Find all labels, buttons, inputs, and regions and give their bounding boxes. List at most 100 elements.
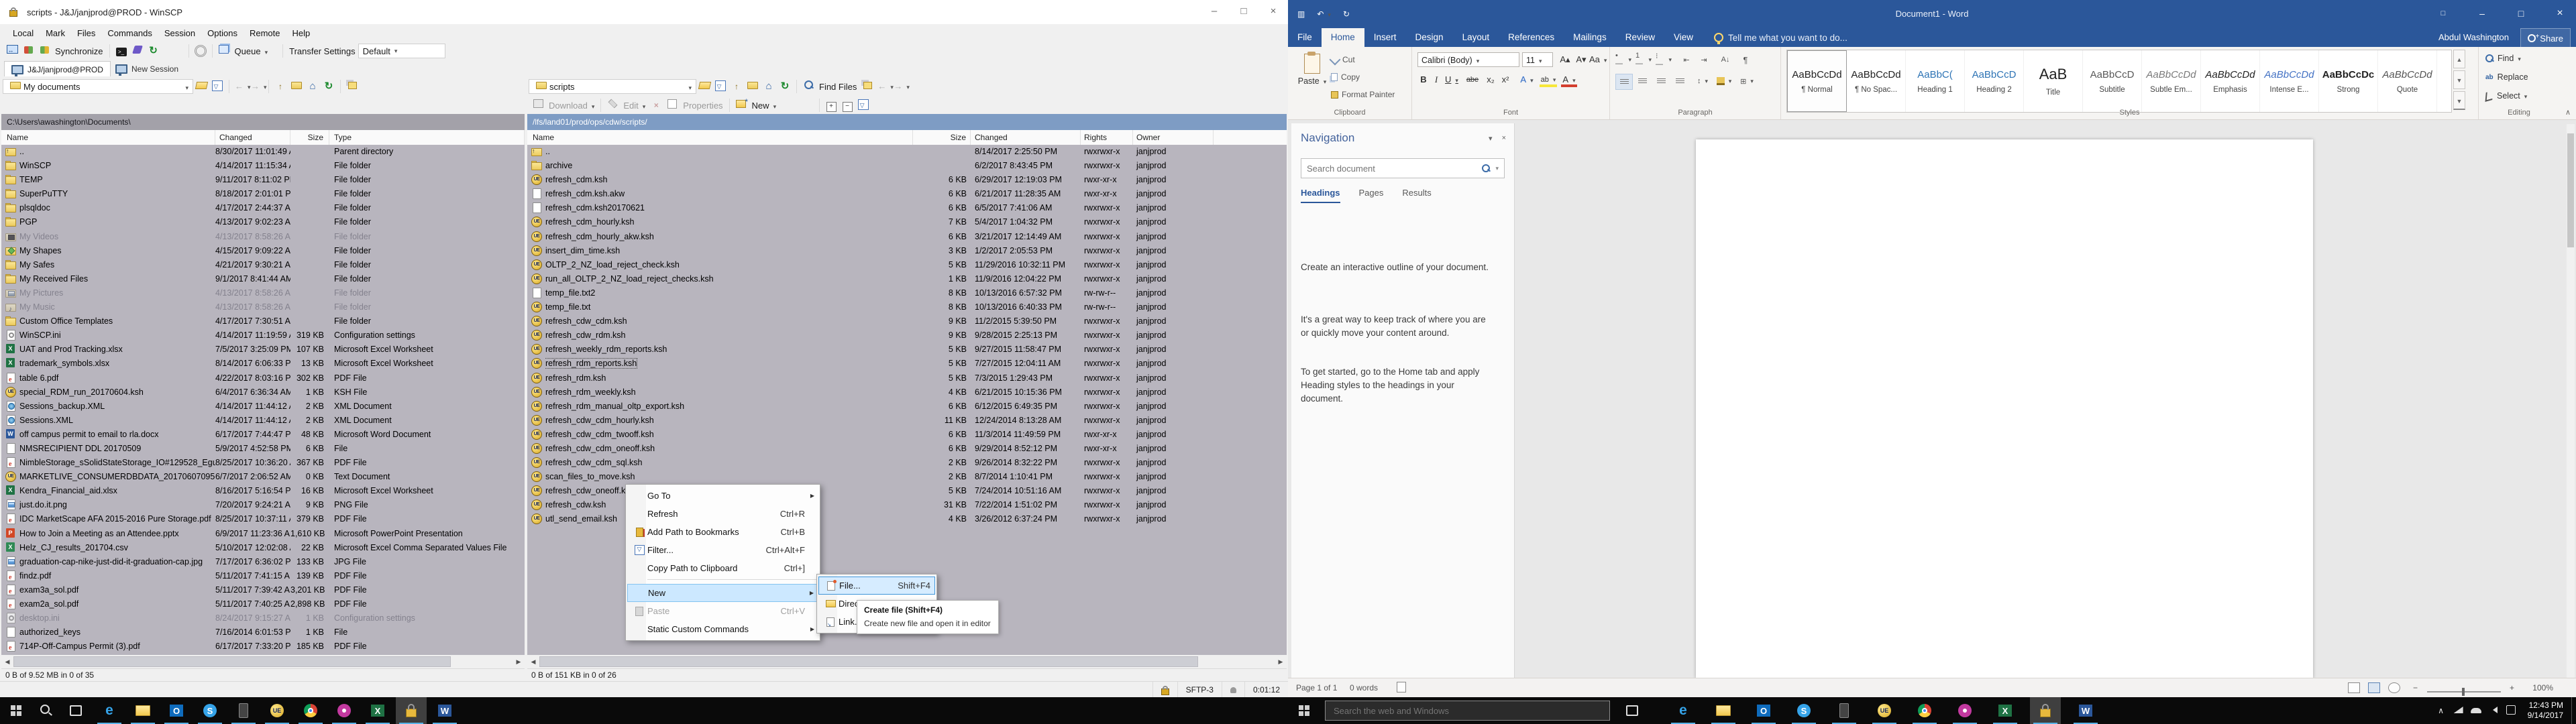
parent-directory-icon[interactable] <box>274 80 286 93</box>
column-header-type[interactable]: Type <box>329 130 525 145</box>
nav-options-dropdown-icon[interactable]: ▾ <box>1489 134 1493 143</box>
filter-icon[interactable] <box>714 80 727 93</box>
refresh-icon[interactable]: ↻ <box>323 80 335 93</box>
context-menu-item[interactable]: Go To ▶ <box>627 487 818 505</box>
taskbar-app[interactable] <box>2030 697 2061 724</box>
home-directory-icon[interactable]: ⌂ <box>763 80 775 93</box>
taskbar-app[interactable]: S <box>1788 697 1819 724</box>
winscp-titlebar[interactable]: scripts - J&J/janjprod@PROD - WinSCP – □… <box>0 0 1288 24</box>
shrink-font-button[interactable]: A▾ <box>1573 52 1589 67</box>
text-effects-button[interactable]: A <box>1518 72 1536 87</box>
decrease-indent-button[interactable]: ⇤ <box>1678 52 1695 67</box>
column-header-changed[interactable]: Changed <box>215 130 290 145</box>
show-desktop-button[interactable] <box>2571 697 2576 724</box>
start-button[interactable] <box>0 697 32 724</box>
font-size-select[interactable]: 11 <box>1522 52 1553 67</box>
ribbon-display-options-icon[interactable]: □ <box>2428 0 2458 27</box>
run-command-icon[interactable] <box>131 45 144 57</box>
table-row[interactable]: Helz_CJ_results_201704.csv 5/10/2017 12:… <box>1 541 525 555</box>
table-row[interactable]: My Videos 4/13/2017 8:58:26 AM File fold… <box>1 230 525 244</box>
italic-button[interactable]: I <box>1431 72 1442 87</box>
share-button[interactable]: Share <box>2520 28 2571 48</box>
style-item[interactable]: AaBbCcDd ¶ Normal <box>1787 50 1847 112</box>
numbering-button[interactable]: 1— <box>1635 52 1652 67</box>
menu-item[interactable]: Options <box>201 28 244 38</box>
context-menu-item[interactable]: New ▶ <box>627 584 818 602</box>
subscript-button[interactable]: x₂ <box>1483 72 1498 87</box>
search-dropdown-icon[interactable]: ▾ <box>1495 165 1499 172</box>
gallery-down-icon[interactable]: ▼ <box>2453 70 2465 89</box>
style-item[interactable]: AaBbCcDd Quote <box>2378 50 2437 112</box>
table-row[interactable]: IDC MarketScape AFA 2015-2016 Pure Stora… <box>1 512 525 526</box>
table-row[interactable]: findz.pdf 5/11/2017 7:41:15 AM 139 KB PD… <box>1 569 525 583</box>
page-indicator[interactable]: Page 1 of 1 <box>1296 683 1337 692</box>
style-item[interactable]: AaBbCcDc Strong <box>2319 50 2378 112</box>
search-input[interactable] <box>1301 164 1482 174</box>
style-item[interactable]: AaBbCcDd Emphasis <box>2201 50 2260 112</box>
synchronize-button[interactable]: Synchronize <box>55 46 103 56</box>
table-row[interactable]: SuperPuTTY 8/18/2017 2:01:01 PM File fol… <box>1 187 525 201</box>
taskbar-app[interactable]: X <box>362 697 393 724</box>
table-row[interactable]: PGP 4/13/2017 9:02:23 AM File folder <box>1 215 525 229</box>
taskbar-app[interactable] <box>329 697 360 724</box>
forward-icon[interactable]: → <box>894 80 906 93</box>
replace-button[interactable]: abReplace <box>2485 72 2528 82</box>
volume-icon[interactable] <box>2485 706 2502 715</box>
table-row[interactable]: Kendra_Financial_aid.xlsx 8/16/2017 5:16… <box>1 484 525 498</box>
taskbar-clock[interactable]: 12:43 PM 9/14/2017 <box>2520 701 2571 721</box>
increase-indent-button[interactable]: ⇥ <box>1696 52 1712 67</box>
table-row[interactable]: refresh_cdm.ksh20170621 6 KB 6/5/2017 7:… <box>527 201 1287 215</box>
session-tab-active[interactable]: J&J/janjprod@PROD <box>4 61 111 77</box>
ribbon-tab[interactable]: Home <box>1322 28 1364 47</box>
root-directory-icon[interactable] <box>290 80 303 93</box>
zoom-level[interactable]: 100% <box>2532 683 2553 692</box>
table-row[interactable]: .. 8/14/2017 2:25:50 PM rwxrwxr-x janjpr… <box>527 145 1287 159</box>
parent-directory-icon[interactable] <box>731 80 743 93</box>
table-row[interactable]: My Safes 4/21/2017 9:30:21 AM File folde… <box>1 258 525 272</box>
menu-item[interactable]: Commands <box>101 28 158 38</box>
menu-item[interactable]: Local <box>7 28 40 38</box>
submenu-item[interactable]: File... Shift+F4 <box>818 577 935 595</box>
table-row[interactable]: exam3a_sol.pdf 5/11/2017 7:39:42 AM 3,20… <box>1 583 525 597</box>
table-row[interactable]: My Music 4/13/2017 8:58:26 AM File folde… <box>1 300 525 314</box>
font-name-select[interactable]: Calibri (Body) <box>1417 52 1519 67</box>
table-row[interactable]: just.do.it.png 7/20/2017 9:24:21 AM 9 KB… <box>1 498 525 512</box>
tray-expand-icon[interactable]: ∧ <box>2432 706 2450 715</box>
ribbon-tab[interactable]: Review <box>1616 28 1664 47</box>
change-case-button[interactable]: Aa <box>1589 52 1605 67</box>
ribbon-tab[interactable]: Layout <box>1453 28 1499 47</box>
word-titlebar[interactable]: ▥ ↶ ↻ Document1 - Word □ – □ × <box>1288 0 2576 28</box>
back-icon[interactable]: ← <box>235 80 247 93</box>
network-icon[interactable] <box>2450 706 2467 715</box>
find-files-icon[interactable] <box>802 80 814 93</box>
word-count[interactable]: 0 words <box>1350 683 1378 692</box>
column-header-size[interactable]: Size <box>913 130 971 145</box>
local-path-bar[interactable]: C:\Users\awashington\Documents\ <box>1 114 525 130</box>
table-row[interactable]: UAT and Prod Tracking.xlsx 7/5/2017 3:25… <box>1 343 525 357</box>
notifications-bell-icon[interactable] <box>1222 682 1244 697</box>
queue-button[interactable]: Queue <box>235 46 268 56</box>
nav-close-icon[interactable]: × <box>1502 134 1506 143</box>
table-row[interactable]: insert_dim_time.ksh 3 KB 1/2/2017 2:05:5… <box>527 244 1287 258</box>
table-row[interactable]: NMSRECIPIENT DDL 20170509 5/9/2017 4:52:… <box>1 442 525 456</box>
table-row[interactable]: refresh_cdm.ksh.akw 6 KB 6/21/2017 11:28… <box>527 187 1287 201</box>
shading-button[interactable] <box>1716 74 1732 88</box>
taskbar-app[interactable]: W <box>429 697 460 724</box>
table-row[interactable]: refresh_cdm_hourly.ksh 7 KB 5/4/2017 1:0… <box>527 215 1287 229</box>
table-row[interactable]: refresh_rdm_manual_oltp_export.ksh 6 KB … <box>527 400 1287 414</box>
context-menu-item[interactable]: Refresh Ctrl+R <box>627 505 818 523</box>
action-center-icon[interactable] <box>2502 705 2520 717</box>
align-left-button[interactable] <box>1615 74 1633 90</box>
taskbar-app[interactable] <box>1909 697 1940 724</box>
selection-filter-icon[interactable] <box>857 99 869 111</box>
table-row[interactable]: Sessions_backup.XML 4/14/2017 11:44:12 A… <box>1 400 525 414</box>
table-row[interactable]: MARKETLIVE_CONSUMERDBDATA_20170607095218… <box>1 470 525 484</box>
table-row[interactable]: refresh_cdw_cdm_sql.ksh 2 KB 9/26/2014 8… <box>527 456 1287 470</box>
table-row[interactable]: refresh_rdm_weekly.ksh 4 KB 6/21/2015 10… <box>527 385 1287 400</box>
style-item[interactable]: AaBbCcDd ¶ No Spac... <box>1847 50 1906 112</box>
context-menu-item[interactable]: Add Path to Bookmarks Ctrl+B <box>627 523 818 541</box>
column-header-name[interactable]: Name <box>527 130 913 145</box>
taskbar-app[interactable] <box>1949 697 1980 724</box>
onedrive-cloud-icon[interactable] <box>2467 706 2485 715</box>
context-menu-item[interactable]: Copy Path to Clipboard Ctrl+] <box>627 559 818 577</box>
